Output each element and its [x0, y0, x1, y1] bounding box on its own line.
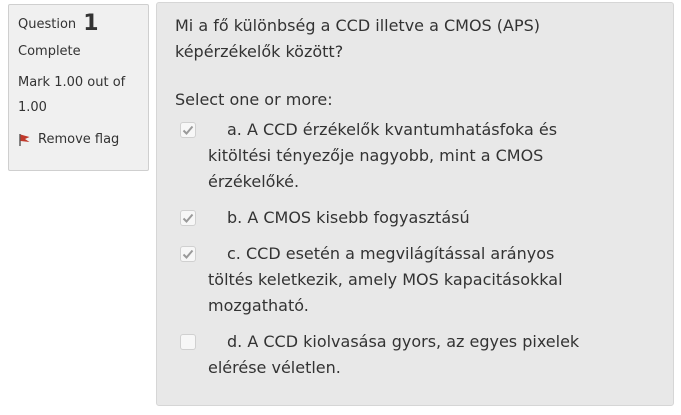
- question-number-heading: Question 1: [18, 11, 139, 38]
- remove-flag-link[interactable]: Remove flag: [18, 132, 139, 147]
- answer-b-checkbox[interactable]: [180, 210, 196, 226]
- question-content: Mi a fő különbség a CCD illetve a CMOS (…: [156, 2, 674, 406]
- answer-d-checkbox[interactable]: [180, 334, 196, 350]
- question-text: Mi a fő különbség a CCD illetve a CMOS (…: [175, 16, 541, 61]
- answer-prompt: Select one or more:: [175, 90, 333, 109]
- checkmark-icon: [182, 125, 194, 135]
- answer-a-label: a. A CCD érzékelők kvantumhatásfoka és k…: [208, 120, 558, 191]
- checkmark-icon: [182, 249, 194, 259]
- answer-d-label: d. A CCD kiolvasása gyors, az egyes pixe…: [208, 332, 580, 377]
- question-number: 1: [83, 11, 99, 36]
- question-info-panel: Question 1 Complete Mark 1.00 out of 1.0…: [8, 4, 149, 171]
- answer-c-checkbox[interactable]: [180, 246, 196, 262]
- answer-a-checkbox[interactable]: [180, 122, 196, 138]
- checkmark-icon: [182, 213, 194, 223]
- answer-option-c[interactable]: c. CCD esetén a megvilágítással arányos …: [175, 241, 655, 319]
- question-label: Question: [18, 17, 77, 32]
- flag-icon: [19, 133, 30, 146]
- answer-list: a. A CCD érzékelők kvantumhatásfoka és k…: [175, 117, 655, 381]
- answer-option-d[interactable]: d. A CCD kiolvasása gyors, az egyes pixe…: [175, 329, 655, 381]
- answer-c-label: c. CCD esetén a megvilágítással arányos …: [208, 244, 563, 315]
- answer-option-a[interactable]: a. A CCD érzékelők kvantumhatásfoka és k…: [175, 117, 655, 195]
- remove-flag-label: Remove flag: [38, 132, 120, 147]
- answer-b-label: b. A CMOS kisebb fogyasztású: [227, 208, 470, 227]
- answer-option-b[interactable]: b. A CMOS kisebb fogyasztású: [175, 205, 655, 231]
- question-state: Complete: [18, 44, 81, 59]
- question-grade: Mark 1.00 out of 1.00: [18, 75, 126, 115]
